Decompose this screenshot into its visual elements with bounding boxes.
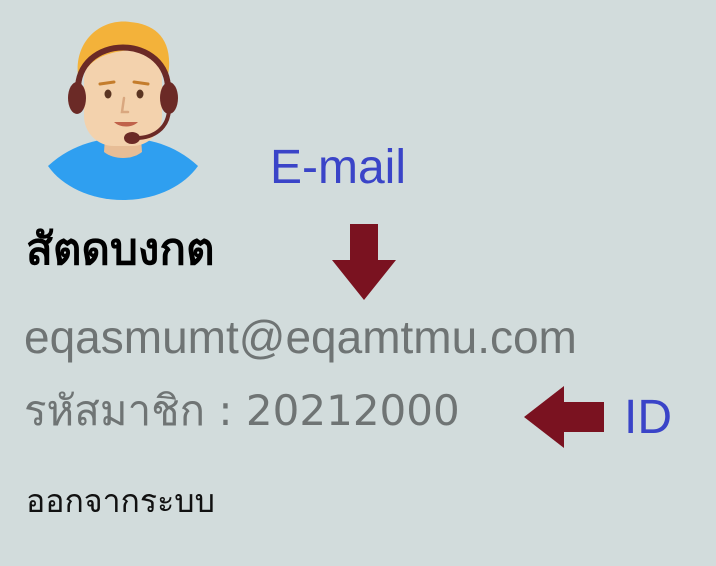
arrow-down-icon [332, 224, 396, 300]
logout-link[interactable]: ออกจากระบบ [26, 483, 215, 519]
support-agent-avatar-icon [48, 21, 198, 200]
email-address: eqasmumt@eqamtmu.com [24, 311, 577, 363]
username: สัตดบงกต [26, 224, 215, 275]
email-annotation-label: E-mail [270, 141, 407, 194]
id-annotation-label: ID [624, 391, 672, 444]
avatar [44, 14, 202, 200]
arrow-left-icon [524, 386, 604, 448]
member-id: รหัสมาชิก : 20212000 [24, 386, 460, 435]
